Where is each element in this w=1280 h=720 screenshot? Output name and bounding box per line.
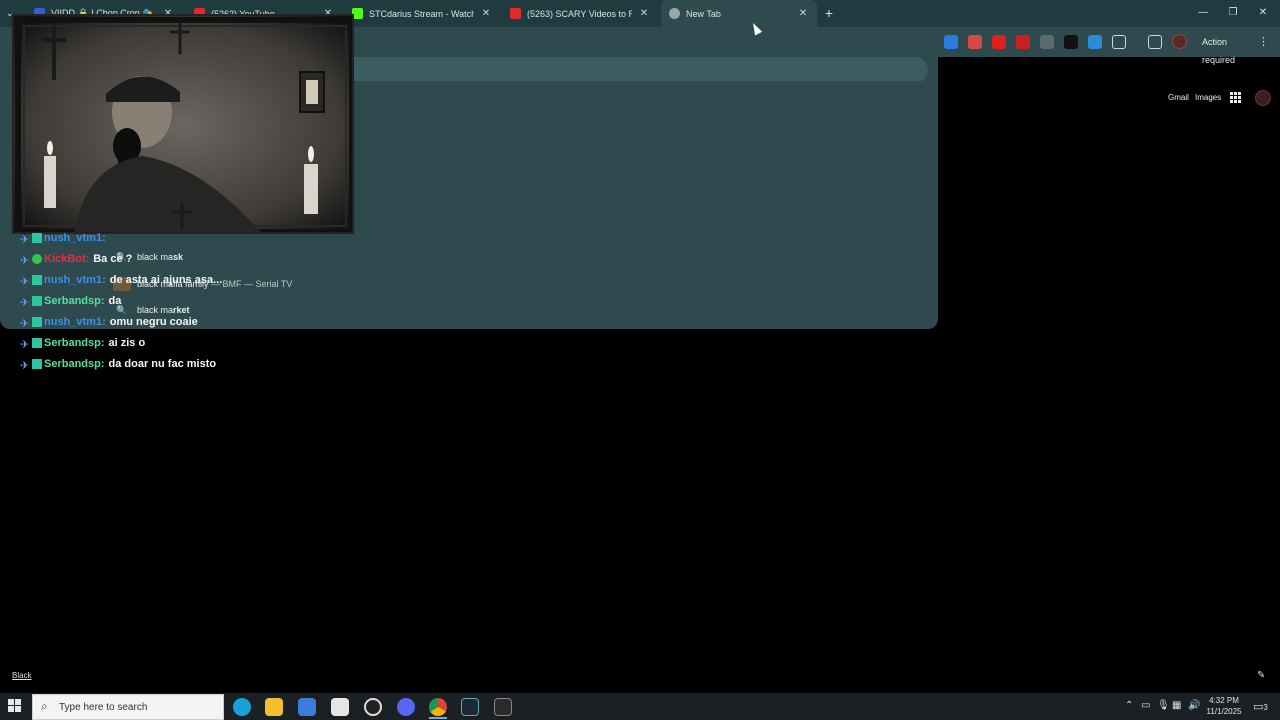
chat-text: omu negru coaie	[109, 316, 198, 328]
screen: ⌄ VIIDD 🔒 LChop Cron 🎭 ✕ (5262) YouTube …	[0, 0, 1280, 720]
chat-message: ✈ nush_vtm1: de asta ai ajuns asa...	[20, 274, 223, 288]
chat-username: nush_vtm1:	[44, 232, 106, 244]
mail-icon[interactable]	[331, 698, 349, 716]
active-app-indicator	[429, 717, 447, 719]
subscriber-badge-icon	[32, 317, 42, 327]
chat-message: ✈ nush_vtm1: omu negru coaie	[20, 316, 198, 330]
chat-message: ✈ Serbandsp: da doar nu fac misto	[20, 358, 217, 372]
minimize-button[interactable]: —	[1194, 5, 1212, 21]
chat-username: Serbandsp:	[44, 295, 105, 307]
chat-text: ai zis o	[108, 337, 146, 349]
device-icon[interactable]: ▭	[1141, 700, 1150, 711]
subscriber-badge-icon	[32, 359, 42, 369]
pin-icon: ✈	[20, 360, 30, 372]
tab-favicon	[669, 8, 680, 19]
extension-red-drop-icon[interactable]	[992, 35, 1006, 49]
extension-blue-icon[interactable]	[1088, 35, 1102, 49]
apps-grid-icon[interactable]	[1230, 92, 1241, 103]
pin-icon: ✈	[20, 339, 30, 351]
chat-message: ✈ nush_vtm1:	[20, 232, 110, 246]
puzzle-icon[interactable]	[1112, 35, 1126, 49]
queue-icon[interactable]	[1148, 35, 1162, 49]
menu-icon[interactable]: ⋮	[1258, 34, 1269, 50]
tab-2[interactable]: STCdarius Stream - Watch Live ✕	[344, 0, 500, 27]
chat-message: ✈ Serbandsp: ai zis o	[20, 337, 146, 351]
pin-icon: ✈	[20, 318, 30, 330]
images-link[interactable]: Images	[1195, 93, 1221, 102]
customize-shortcut-link[interactable]: Black	[12, 671, 32, 680]
gmail-link[interactable]: Gmail	[1168, 93, 1189, 102]
subscriber-badge-icon	[32, 296, 42, 306]
translate-icon[interactable]	[944, 35, 958, 49]
discord-icon[interactable]	[397, 698, 415, 716]
chat-message: ✈ KickBot: Ba ce ?	[20, 253, 133, 267]
close-icon[interactable]: ✕	[797, 8, 809, 19]
store-icon[interactable]	[298, 698, 316, 716]
pin-icon: ✈	[20, 255, 30, 267]
address-bar[interactable]	[340, 57, 928, 83]
extension-chart-icon[interactable]	[1064, 35, 1078, 49]
chat-username: nush_vtm1:	[44, 316, 106, 328]
tab-3[interactable]: (5263) SCARY Videos to RUIN Y ✕	[502, 0, 658, 27]
show-hidden-icons-icon[interactable]: ⌃	[1125, 700, 1133, 711]
subscriber-badge-icon	[32, 275, 42, 285]
google-account-avatar[interactable]	[1255, 90, 1271, 106]
clock-date: 11/1/2025	[1206, 707, 1242, 716]
maximize-button[interactable]: ❐	[1224, 5, 1242, 21]
search-icon: ⌕	[41, 699, 48, 713]
windows-start-icon[interactable]	[8, 699, 22, 713]
extension-off-icon[interactable]	[1040, 35, 1054, 49]
notification-center-icon[interactable]: ▭3	[1253, 700, 1268, 713]
close-icon[interactable]: ✕	[480, 8, 492, 19]
chat-username: KickBot:	[44, 253, 90, 265]
webcam-overlay	[12, 14, 354, 234]
edge-icon[interactable]	[233, 698, 251, 716]
epic-games-icon[interactable]	[494, 698, 512, 716]
close-icon[interactable]: ✕	[638, 8, 650, 19]
chat-username: nush_vtm1:	[44, 274, 106, 286]
microphone-icon[interactable]: 🎙	[1157, 700, 1170, 711]
network-icon[interactable]: ▦	[1172, 700, 1181, 711]
webcam-frame-image	[14, 16, 352, 232]
profile-avatar[interactable]	[1172, 34, 1187, 49]
pencil-icon[interactable]: ✎	[1257, 670, 1265, 681]
subscriber-badge-icon	[32, 338, 42, 348]
volume-icon[interactable]: 🔊	[1188, 700, 1200, 711]
notification-count: 3	[1263, 703, 1268, 712]
tab-4[interactable]: New Tab ✕	[661, 0, 817, 27]
chat-message: ✈ Serbandsp: da	[20, 295, 122, 309]
chrome-icon[interactable]	[429, 698, 447, 716]
tab-favicon	[510, 8, 521, 19]
chat-text: da doar nu fac misto	[108, 358, 217, 370]
pin-icon: ✈	[20, 234, 30, 246]
clock-time: 4:32 PM	[1209, 696, 1239, 705]
file-explorer-icon[interactable]	[265, 698, 283, 716]
tab-label: New Tab	[686, 8, 721, 19]
search-placeholder: Type here to search	[59, 702, 148, 713]
chat-username: Serbandsp:	[44, 337, 105, 349]
verified-badge-icon	[32, 254, 42, 264]
steam-icon[interactable]	[461, 698, 479, 716]
chat-username: Serbandsp:	[44, 358, 105, 370]
app-circle-icon[interactable]	[364, 698, 382, 716]
chat-text: de asta ai ajuns asa...	[109, 274, 223, 286]
pin-icon: ✈	[20, 276, 30, 288]
taskbar-clock[interactable]: 4:32 PM 11/1/2025	[1200, 695, 1248, 717]
chat-text: Ba ce ?	[93, 253, 133, 265]
extension-youtube-icon[interactable]	[1016, 35, 1030, 49]
new-tab-button[interactable]: +	[822, 5, 836, 21]
subscriber-badge-icon	[32, 233, 42, 243]
close-window-button[interactable]: ✕	[1254, 5, 1272, 21]
taskbar-search[interactable]: ⌕ Type here to search	[32, 694, 224, 720]
suggestion-0[interactable]: black mask	[137, 252, 183, 262]
tab-label: STCdarius Stream - Watch Live	[369, 8, 474, 19]
extension-red-icon[interactable]	[968, 35, 982, 49]
tab-label: (5263) SCARY Videos to RUIN Y	[527, 8, 632, 19]
suggestion-2[interactable]: black market	[137, 305, 190, 315]
chat-text: da	[108, 295, 122, 307]
pin-icon: ✈	[20, 297, 30, 309]
